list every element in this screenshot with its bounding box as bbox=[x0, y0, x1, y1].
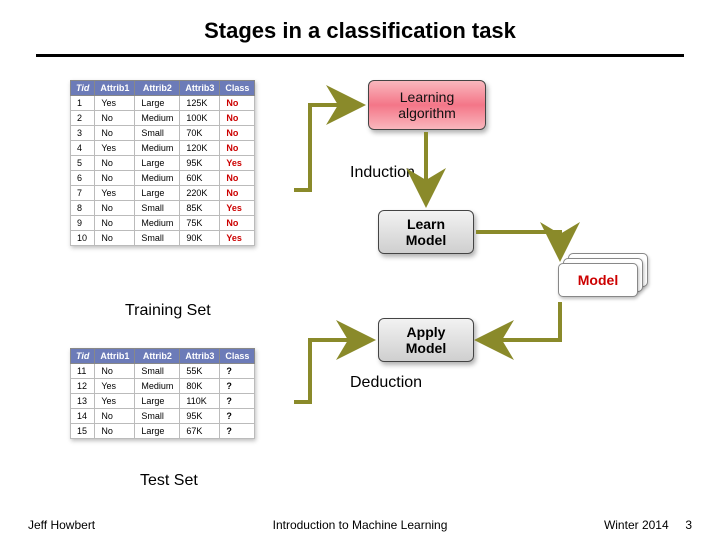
footer: Jeff Howbert Introduction to Machine Lea… bbox=[0, 518, 720, 532]
slide-title: Stages in a classification task bbox=[0, 0, 720, 50]
arrow-learn-to-model bbox=[476, 232, 560, 258]
footer-course: Introduction to Machine Learning bbox=[0, 518, 720, 532]
arrow-trainset-to-alg bbox=[294, 105, 362, 190]
arrows-layer bbox=[0, 70, 720, 540]
arrow-testset-to-apply bbox=[294, 340, 372, 402]
title-rule bbox=[36, 54, 684, 57]
diagram-area: TidAttrib1Attrib2Attrib3Class 1YesLarge1… bbox=[0, 70, 720, 500]
arrow-model-to-apply bbox=[478, 302, 560, 340]
